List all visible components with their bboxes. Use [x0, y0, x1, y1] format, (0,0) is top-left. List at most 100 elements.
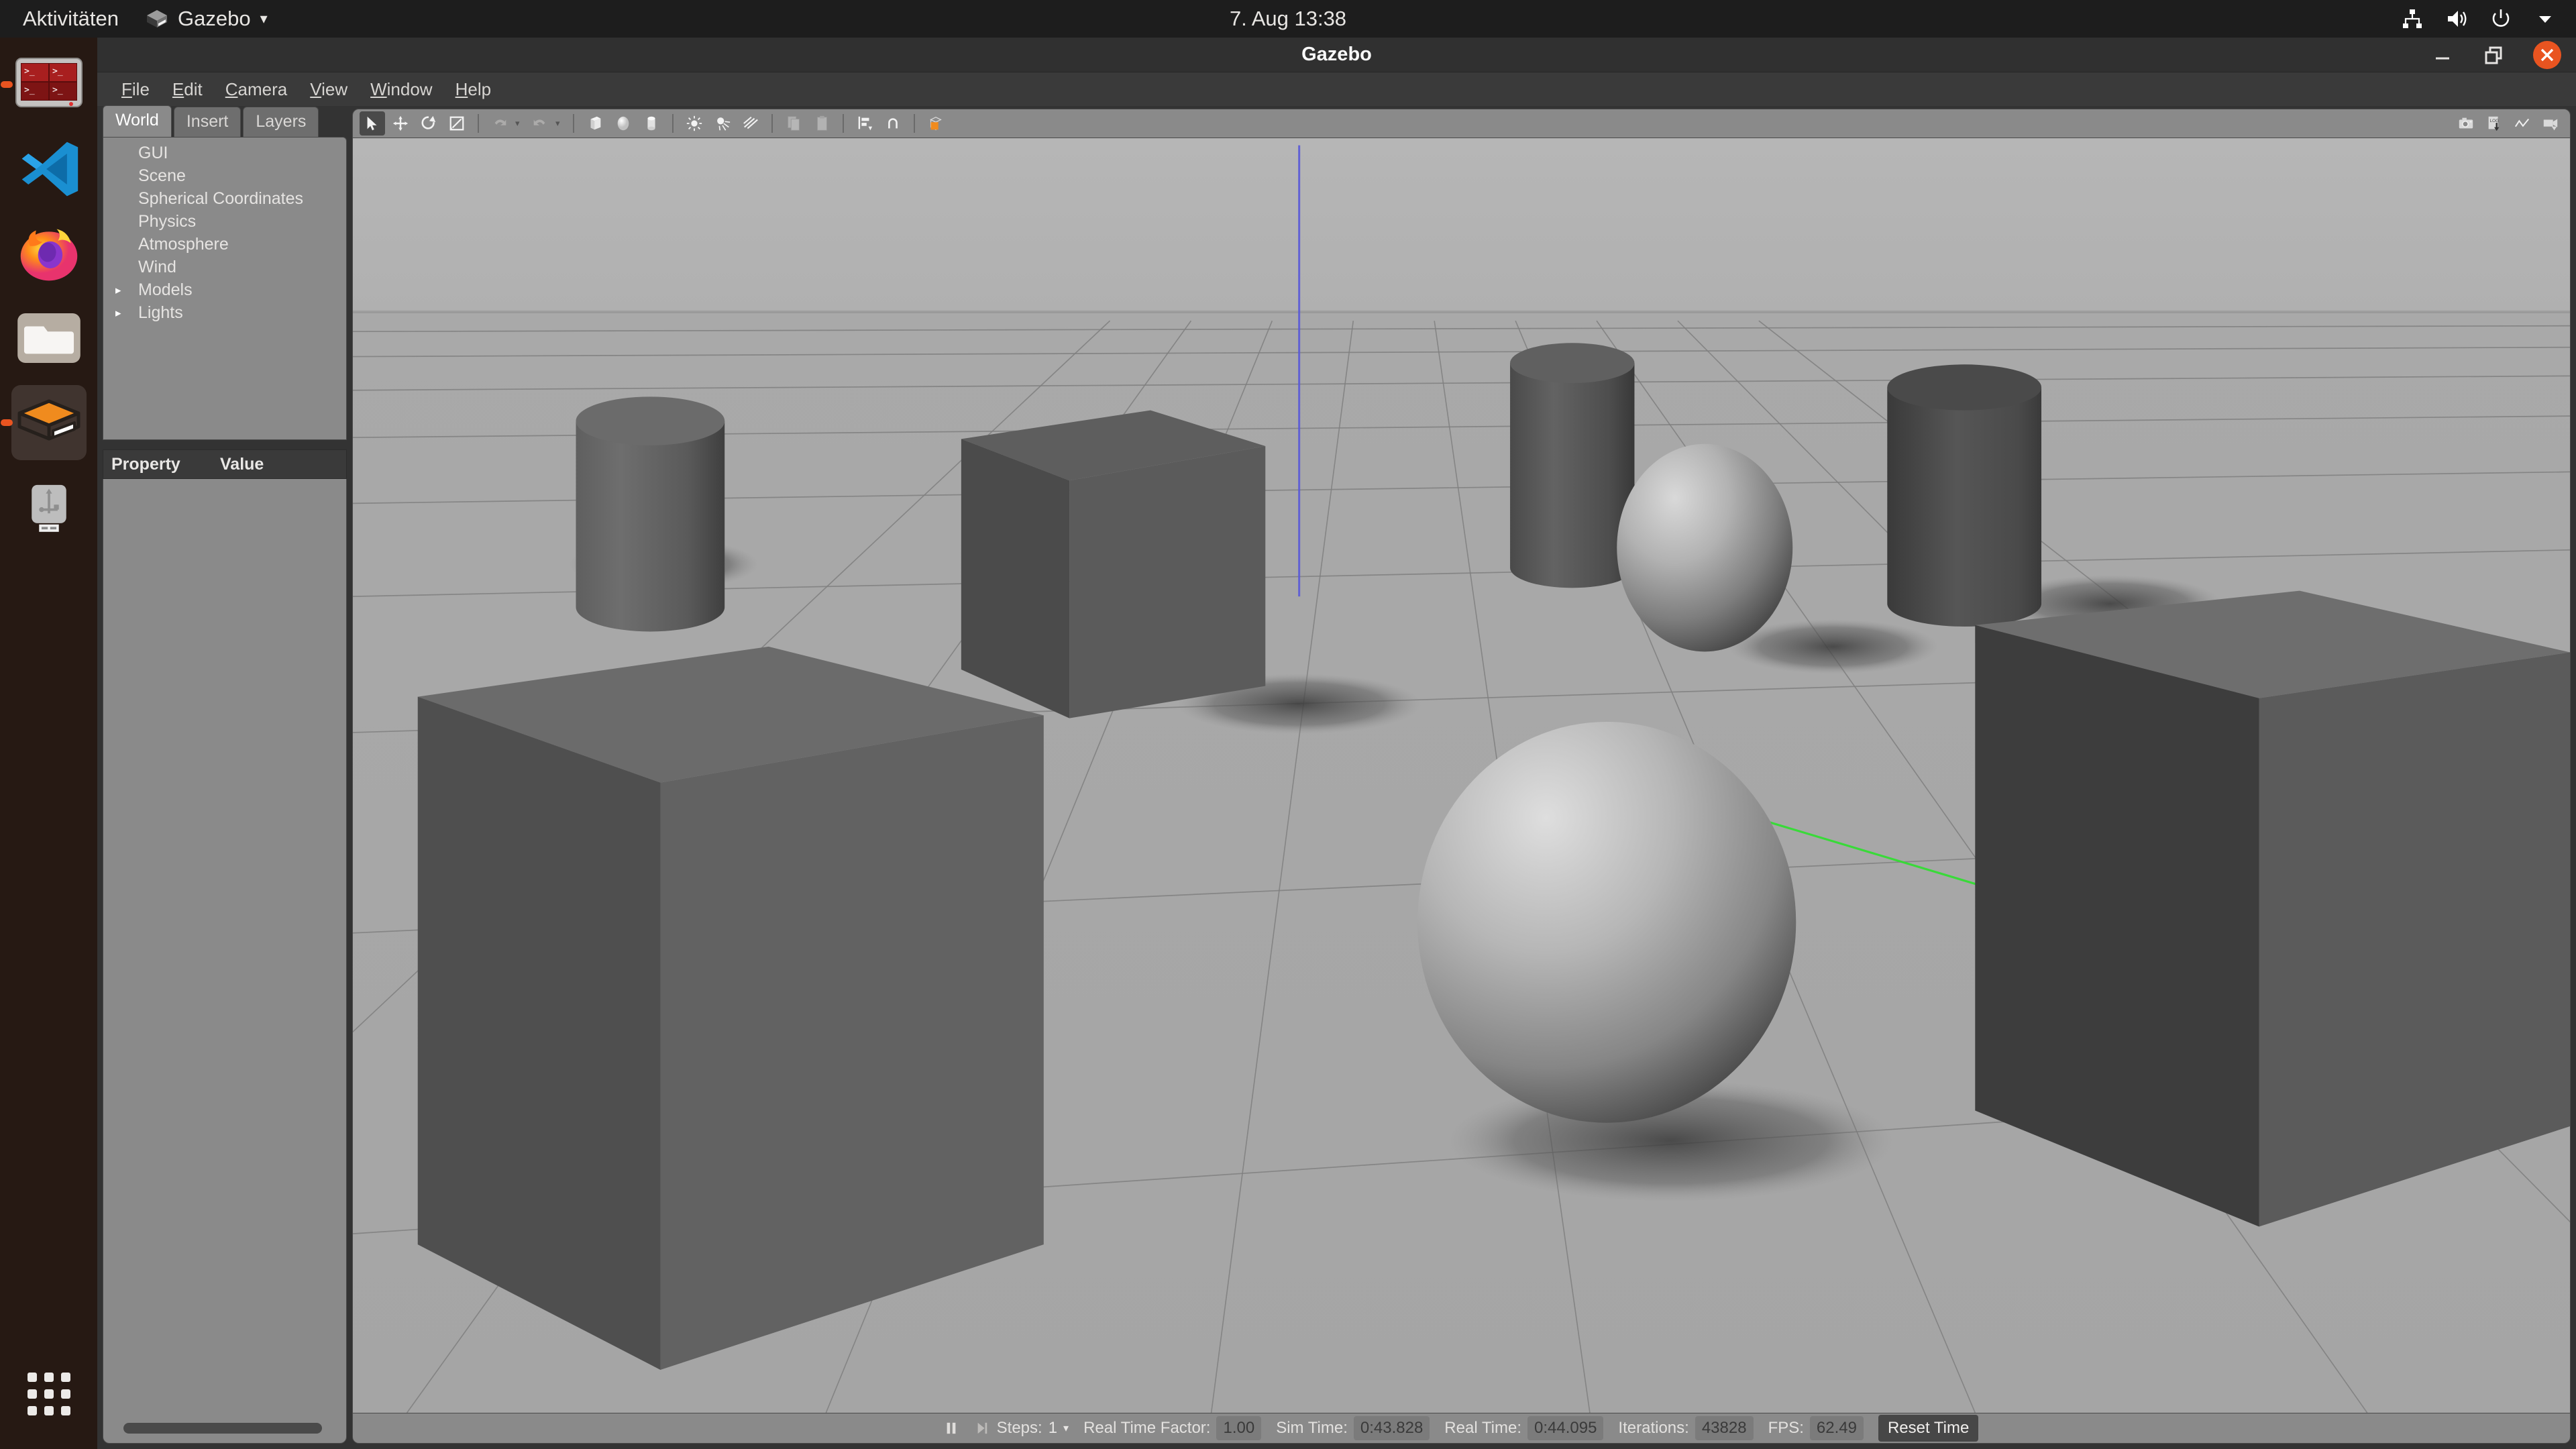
- expand-arrow-icon: ▸: [115, 239, 127, 250]
- toolbar-separator: [843, 114, 844, 133]
- system-status-area[interactable]: [2400, 7, 2557, 31]
- pause-icon[interactable]: [945, 1421, 958, 1436]
- video-record-icon[interactable]: [2538, 111, 2563, 136]
- menu-window[interactable]: Window: [361, 76, 441, 103]
- redo-dropdown-caret[interactable]: ▾: [555, 118, 565, 129]
- expand-arrow-icon: ▸: [115, 216, 127, 227]
- dock-item-terminal[interactable]: >_ >_ >_ >_: [11, 47, 87, 122]
- tab-insert[interactable]: Insert: [174, 107, 241, 137]
- undo-icon[interactable]: [487, 111, 513, 136]
- tree-item-physics[interactable]: ▸Physics: [103, 210, 346, 233]
- sim-time-value: 0:43.828: [1354, 1416, 1430, 1440]
- tab-world[interactable]: World: [103, 105, 172, 137]
- horizontal-scrollbar[interactable]: [123, 1423, 322, 1434]
- menu-camera[interactable]: Camera: [216, 76, 297, 103]
- insert-sphere-icon[interactable]: [610, 111, 636, 136]
- insert-cylinder-icon[interactable]: [639, 111, 664, 136]
- tree-item-wind[interactable]: ▸Wind: [103, 256, 346, 278]
- select-arrow-icon[interactable]: [360, 111, 385, 136]
- toolbar-separator: [771, 114, 773, 133]
- steps-value[interactable]: 1: [1049, 1419, 1057, 1438]
- expand-arrow-icon: ▸: [115, 193, 127, 205]
- tree-item-lights[interactable]: ▸Lights: [103, 301, 346, 324]
- paste-icon[interactable]: [809, 111, 835, 136]
- app-menu-label: Gazebo: [178, 7, 251, 31]
- menu-mnemonic: H: [455, 79, 468, 99]
- menu-mnemonic: C: [225, 79, 238, 99]
- grid-dot: [28, 1389, 37, 1399]
- app-menu-button[interactable]: Gazebo ▾: [133, 0, 280, 38]
- tree-item-label: Wind: [130, 258, 176, 277]
- minimize-button[interactable]: [2431, 44, 2454, 66]
- undo-dropdown-caret[interactable]: ▾: [515, 118, 525, 129]
- firefox-icon: [17, 221, 81, 286]
- chevron-down-icon: [2533, 7, 2557, 31]
- tree-item-models[interactable]: ▸Models: [103, 278, 346, 301]
- spot-light-icon[interactable]: [710, 111, 735, 136]
- expand-arrow-icon[interactable]: ▸: [115, 307, 127, 319]
- step-forward-icon[interactable]: [975, 1421, 989, 1436]
- column-header-value[interactable]: Value: [215, 455, 264, 474]
- world-tree: ▸GUI ▸Scene ▸Spherical Coordinates ▸Phys…: [103, 137, 347, 440]
- log-download-icon[interactable]: LOG: [2481, 111, 2507, 136]
- maximize-button[interactable]: [2482, 44, 2505, 66]
- running-indicator: [1, 81, 13, 88]
- volume-icon: [2445, 7, 2469, 31]
- activities-button[interactable]: Aktivitäten: [0, 0, 133, 38]
- align-icon[interactable]: [852, 111, 877, 136]
- window-titlebar: Gazebo: [97, 38, 2576, 72]
- view-box-icon[interactable]: [923, 111, 949, 136]
- dock-item-vscode[interactable]: [11, 131, 87, 207]
- dock-item-gazebo[interactable]: [11, 385, 87, 460]
- toolbar-separator: [914, 114, 915, 133]
- screenshot-camera-icon[interactable]: [2453, 111, 2479, 136]
- dock-item-firefox[interactable]: [11, 216, 87, 291]
- gazebo-window: Gazebo File Edit Camera View Win: [97, 38, 2576, 1449]
- iterations-value: 43828: [1695, 1416, 1754, 1440]
- close-button[interactable]: [2533, 41, 2561, 69]
- tree-item-scene[interactable]: ▸Scene: [103, 164, 346, 187]
- sim-time-label: Sim Time:: [1276, 1419, 1348, 1438]
- cylinder-left-far: [576, 396, 725, 631]
- steps-dropdown-caret[interactable]: ▾: [1063, 1421, 1069, 1435]
- fps-label: FPS:: [1768, 1419, 1804, 1438]
- grid-dot: [44, 1373, 54, 1382]
- copy-icon[interactable]: [781, 111, 806, 136]
- reset-time-button[interactable]: Reset Time: [1878, 1415, 1978, 1442]
- menu-file[interactable]: File: [112, 76, 159, 103]
- show-applications-icon[interactable]: [11, 1356, 87, 1432]
- directional-light-icon[interactable]: [738, 111, 763, 136]
- viewport-area: ▾ ▾: [352, 109, 2576, 1449]
- clock[interactable]: 7. Aug 13:38: [1230, 7, 1346, 31]
- menu-edit[interactable]: Edit: [163, 76, 212, 103]
- insert-box-icon[interactable]: [582, 111, 608, 136]
- 3d-viewport[interactable]: [352, 138, 2571, 1413]
- column-header-property[interactable]: Property: [103, 455, 215, 474]
- rotate-icon[interactable]: [416, 111, 441, 136]
- dock-item-usb-drive[interactable]: [11, 470, 87, 545]
- toolbar-separator: [672, 114, 674, 133]
- tree-item-atmosphere[interactable]: ▸Atmosphere: [103, 233, 346, 256]
- 3d-scene: [353, 138, 2570, 1413]
- expand-arrow-icon: ▸: [115, 262, 127, 273]
- dock-item-files[interactable]: [11, 301, 87, 376]
- tree-item-gui[interactable]: ▸GUI: [103, 142, 346, 164]
- sphere-large-front: [1417, 722, 1796, 1123]
- tab-layers[interactable]: Layers: [243, 107, 319, 137]
- menu-help[interactable]: Help: [446, 76, 500, 103]
- scale-icon[interactable]: [444, 111, 470, 136]
- redo-icon[interactable]: [527, 111, 553, 136]
- steps-label: Steps:: [997, 1419, 1042, 1438]
- menu-mnemonic: W: [370, 79, 387, 99]
- usb-drive-icon: [18, 476, 80, 538]
- translate-move-icon[interactable]: [388, 111, 413, 136]
- snap-icon[interactable]: [880, 111, 906, 136]
- menu-view[interactable]: View: [301, 76, 357, 103]
- real-time-factor-label: Real Time Factor:: [1083, 1419, 1210, 1438]
- tree-item-spherical-coordinates[interactable]: ▸Spherical Coordinates: [103, 187, 346, 210]
- box-center-far: [961, 411, 1265, 718]
- plot-graph-icon[interactable]: [2510, 111, 2535, 136]
- expand-arrow-icon[interactable]: ▸: [115, 284, 127, 296]
- point-light-icon[interactable]: [682, 111, 707, 136]
- iterations-group: Iterations: 43828: [1618, 1416, 1753, 1440]
